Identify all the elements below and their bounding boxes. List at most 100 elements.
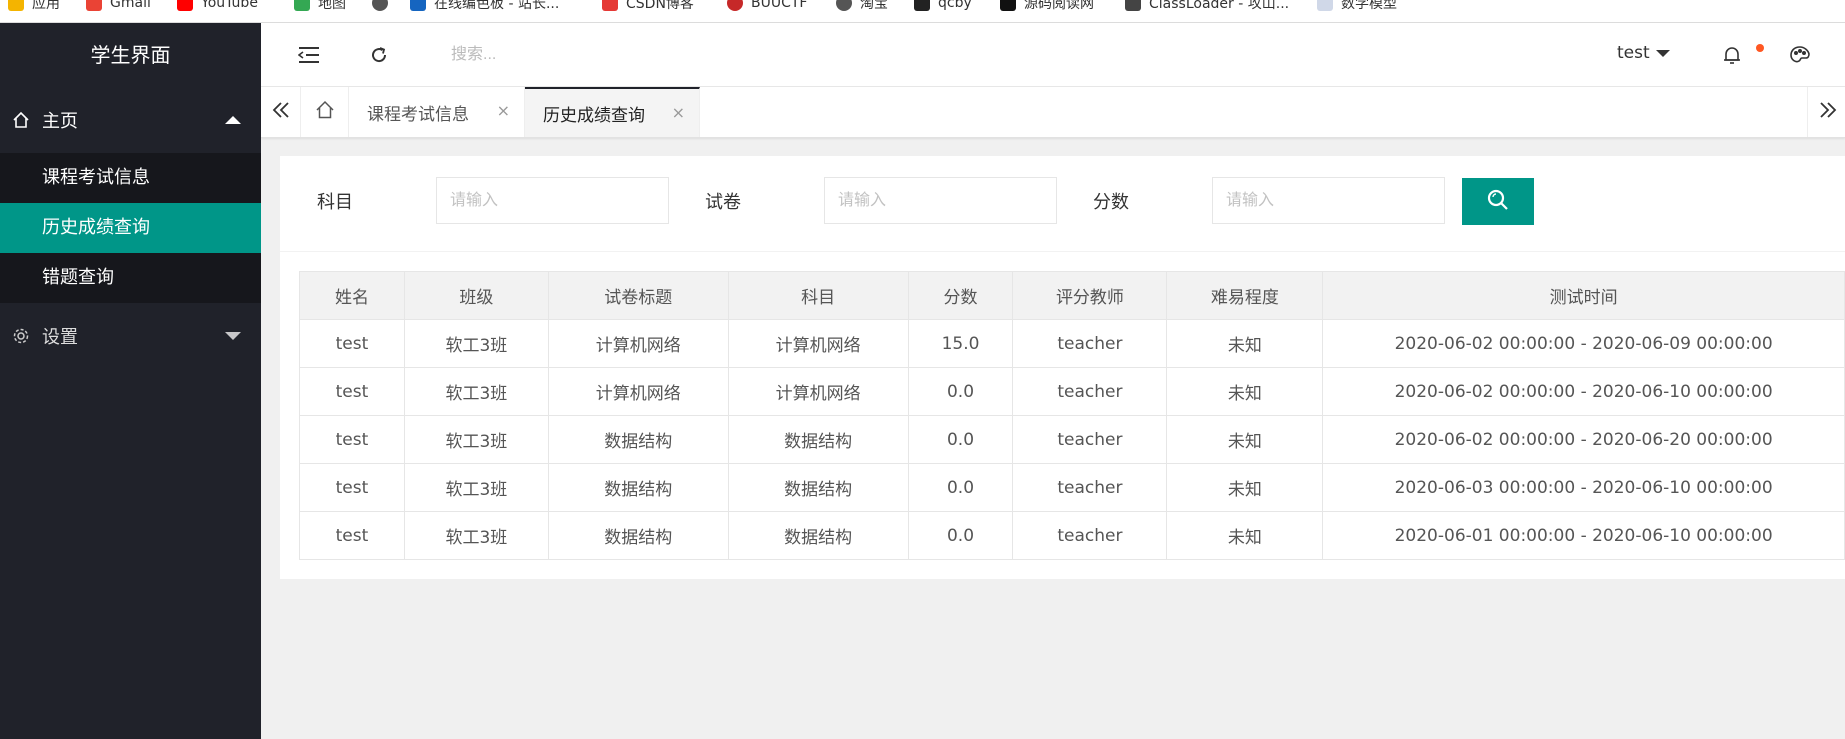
tabs-scroll-left[interactable] [261,87,301,137]
globe-icon [372,0,388,11]
cell-score: 0.0 [907,463,1014,512]
col-paper-title[interactable]: 试卷标题 [547,271,729,320]
bookmark-taobao[interactable]: 淘宝 [836,0,888,13]
menu-fold-icon[interactable] [297,43,321,67]
csdn-icon [602,0,618,11]
tab-course-exams[interactable]: 课程考试信息 × [349,87,525,137]
tab-score-history[interactable]: 历史成绩查询 × [525,87,700,137]
cell-subject: 计算机网络 [727,319,909,368]
cell-name: test [299,511,405,560]
tabs-bar: 课程考试信息 × 历史成绩查询 × [261,87,1845,138]
cell-class: 软工3班 [403,319,549,368]
paper-input[interactable] [824,177,1057,224]
bookmark-csdn[interactable]: CSDN博客 [602,0,694,13]
bookmark-globe[interactable] [372,0,396,13]
bookmark-youtube[interactable]: YouTube [177,0,258,13]
sidebar-item-score-history[interactable]: 历史成绩查询 [0,203,261,253]
gear-icon [12,327,30,345]
cell-difficulty: 未知 [1166,415,1324,464]
table-row[interactable]: test 软工3班 数据结构 数据结构 0.0 teacher 未知 2020-… [299,511,1845,560]
cell-score: 15.0 [907,319,1014,368]
cell-paper-title: 数据结构 [547,463,729,512]
cell-grader: teacher [1012,319,1168,368]
sidebar-item-wrong-questions[interactable]: 错题查询 [0,253,261,303]
user-menu[interactable]: test [1617,43,1670,63]
cell-paper-title: 计算机网络 [547,367,729,416]
tab-home[interactable] [301,87,349,137]
close-icon[interactable]: × [497,101,510,120]
cell-class: 软工3班 [403,463,549,512]
notification-dot [1756,44,1764,52]
building-icon [1125,0,1141,11]
cell-test-time: 2020-06-01 00:00:00 - 2020-06-10 00:00:0… [1322,511,1845,560]
table-header-row: 姓名 班级 试卷标题 科目 分数 评分教师 难易程度 测试时间 [299,271,1845,320]
cell-class: 软工3班 [403,511,549,560]
sidebar-item-home[interactable]: 主页 [0,87,261,153]
table-row[interactable]: test 软工3班 数据结构 数据结构 0.0 teacher 未知 2020-… [299,463,1845,512]
sidebar: 学生界面 主页 课程考试信息 历史成绩查询 错题查询 设置 [0,23,261,739]
double-chevron-right-icon [1819,101,1837,123]
cell-difficulty: 未知 [1166,319,1324,368]
cell-test-time: 2020-06-02 00:00:00 - 2020-06-10 00:00:0… [1322,367,1845,416]
bookmark-buuctf[interactable]: BUUCTF [727,0,807,13]
cell-subject: 计算机网络 [727,367,909,416]
bookmark-math-model[interactable]: 数学模型 [1317,0,1397,13]
palette-icon[interactable] [1788,43,1812,67]
col-score[interactable]: 分数 [907,271,1014,320]
home-icon [315,100,335,124]
search-input[interactable] [451,41,711,69]
youtube-icon [177,0,193,11]
tab-label: 历史成绩查询 [543,105,645,126]
cell-paper-title: 计算机网络 [547,319,729,368]
cell-grader: teacher [1012,415,1168,464]
bookmark-palette-site[interactable]: 在线编色板 - 站长... [410,0,559,13]
bookmark-qcby[interactable]: qcby [914,0,972,13]
cell-difficulty: 未知 [1166,511,1324,560]
double-chevron-left-icon [272,101,290,123]
source-icon [1000,0,1016,11]
table-row[interactable]: test 软工3班 计算机网络 计算机网络 0.0 teacher 未知 202… [299,367,1845,416]
col-difficulty[interactable]: 难易程度 [1166,271,1324,320]
cell-score: 0.0 [907,367,1014,416]
bell-icon[interactable] [1720,43,1744,67]
bookmark-source-reader[interactable]: 源码阅读网 [1000,0,1094,13]
subject-input[interactable] [436,177,669,224]
sidebar-item-label: 设置 [42,327,78,348]
bookmark-gmail[interactable]: Gmail [86,0,151,13]
bookmark-classloader[interactable]: ClassLoader - 攻山... [1125,0,1289,13]
bookmarks-bar: 应用 Gmail YouTube 地图 在线编色板 - 站长... CSDN博客… [0,0,1845,23]
cell-test-time: 2020-06-02 00:00:00 - 2020-06-09 00:00:0… [1322,319,1845,368]
refresh-icon[interactable] [367,43,391,67]
bookmark-maps[interactable]: 地图 [294,0,346,13]
score-input[interactable] [1212,177,1445,224]
subject-label: 科目 [317,192,353,213]
cell-paper-title: 数据结构 [547,511,729,560]
cell-paper-title: 数据结构 [547,415,729,464]
col-grader[interactable]: 评分教师 [1012,271,1168,320]
cell-class: 软工3班 [403,415,549,464]
table-row[interactable]: test 软工3班 计算机网络 计算机网络 15.0 teacher 未知 20… [299,319,1845,368]
score-label: 分数 [1093,192,1129,213]
col-test-time[interactable]: 测试时间 [1322,271,1845,320]
username: test [1617,43,1650,63]
bookmark-apps[interactable]: 应用 [8,0,60,13]
cell-difficulty: 未知 [1166,367,1324,416]
sidebar-item-settings[interactable]: 设置 [0,303,261,369]
sidebar-item-label: 主页 [42,111,78,132]
col-subject[interactable]: 科目 [727,271,909,320]
close-icon[interactable]: × [672,103,685,122]
search-icon [1486,188,1510,215]
search-button[interactable] [1462,178,1534,225]
cell-test-time: 2020-06-03 00:00:00 - 2020-06-10 00:00:0… [1322,463,1845,512]
table-row[interactable]: test 软工3班 数据结构 数据结构 0.0 teacher 未知 2020-… [299,415,1845,464]
cell-subject: 数据结构 [727,511,909,560]
tab-label: 课程考试信息 [367,104,469,125]
col-name[interactable]: 姓名 [299,271,405,320]
cell-subject: 数据结构 [727,463,909,512]
col-class[interactable]: 班级 [403,271,549,320]
tabs-scroll-right[interactable] [1807,87,1845,137]
cell-subject: 数据结构 [727,415,909,464]
shield-icon [727,0,743,11]
cell-score: 0.0 [907,511,1014,560]
sidebar-item-course-exams[interactable]: 课程考试信息 [0,153,261,203]
